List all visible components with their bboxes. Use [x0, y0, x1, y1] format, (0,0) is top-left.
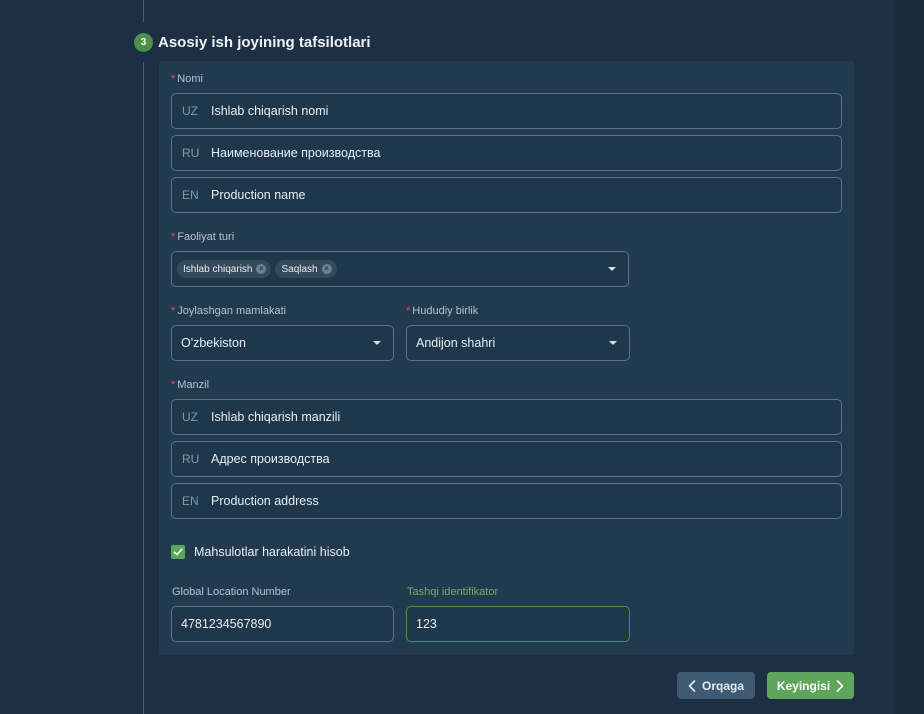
address-uz-value: Ishlab chiqarish manzili [211, 410, 341, 424]
required-asterisk: * [406, 305, 411, 317]
activity-tag: Saqlash × [275, 260, 337, 278]
activity-tag-label: Ishlab chiqarish [183, 263, 253, 275]
lang-prefix: UZ [182, 410, 198, 424]
remove-tag-icon[interactable]: × [321, 264, 332, 274]
step-number-badge: 3 [134, 33, 153, 52]
required-asterisk: * [171, 231, 176, 243]
region-select[interactable]: Andijon shahri [406, 325, 630, 361]
name-uz-input[interactable]: UZ Ishlab chiqarish nomi [171, 93, 842, 129]
timeline-line-bottom [143, 62, 144, 714]
tracking-checkbox-label: Mahsulotlar harakatini hisob [194, 545, 350, 559]
required-asterisk: * [171, 379, 176, 391]
external-id-value: 123 [416, 617, 437, 631]
gln-label: Global Location Number [172, 586, 291, 598]
lang-prefix: EN [182, 188, 199, 202]
external-id-input[interactable]: 123 [406, 606, 630, 642]
name-en-input[interactable]: EN Production name [171, 177, 842, 213]
name-label-text: Nomi [177, 73, 203, 85]
address-uz-input[interactable]: UZ Ishlab chiqarish manzili [171, 399, 842, 435]
lang-prefix: EN [182, 494, 199, 508]
address-en-input[interactable]: EN Production address [171, 483, 842, 519]
region-label: * Hududiy birlik [406, 305, 478, 317]
check-icon [173, 548, 183, 556]
back-button-label: Orqaga [701, 678, 744, 693]
external-id-label: Tashqi identifikator [407, 586, 499, 598]
remove-tag-icon[interactable]: × [256, 264, 267, 274]
country-label-text: Joylashgan mamlakati [177, 305, 287, 317]
next-button-label: Keyingisi [776, 678, 831, 693]
region-label-text: Hududiy birlik [412, 305, 479, 317]
chevron-down-icon[interactable] [609, 341, 617, 345]
name-ru-input[interactable]: RU Наименование производства [171, 135, 842, 171]
address-en-value: Production address [211, 494, 319, 508]
country-value: O'zbekiston [181, 336, 246, 350]
tracking-checkbox[interactable] [171, 545, 185, 559]
right-scroll-strip [895, 0, 924, 714]
required-asterisk: * [171, 305, 176, 317]
required-asterisk: * [171, 73, 176, 85]
back-button[interactable]: Orqaga [677, 672, 755, 699]
chevron-left-icon [688, 679, 696, 692]
lang-prefix: RU [182, 452, 200, 466]
activity-tag-label: Saqlash [281, 263, 318, 275]
gln-input[interactable]: 4781234567890 [171, 606, 394, 642]
chevron-down-icon[interactable] [608, 267, 616, 271]
activity-tag: Ishlab chiqarish × [177, 260, 272, 278]
step-title: Asosiy ish joyining tafsilotlari [158, 34, 371, 51]
country-label: * Joylashgan mamlakati [171, 305, 286, 317]
chevron-down-icon[interactable] [373, 341, 381, 345]
timeline-line-top [143, 0, 144, 22]
address-label: * Manzil [171, 379, 209, 391]
lang-prefix: UZ [182, 104, 198, 118]
name-uz-value: Ishlab chiqarish nomi [211, 104, 329, 118]
activity-label-text: Faoliyat turi [177, 231, 235, 243]
address-ru-value: Адрес производства [211, 452, 330, 466]
next-button[interactable]: Keyingisi [767, 672, 854, 699]
name-ru-value: Наименование производства [211, 146, 381, 160]
chevron-right-icon [836, 679, 844, 692]
activity-multiselect[interactable]: Ishlab chiqarish × Saqlash × [171, 251, 629, 287]
activity-label: * Faoliyat turi [171, 231, 234, 243]
country-select[interactable]: O'zbekiston [171, 325, 394, 361]
address-ru-input[interactable]: RU Адрес производства [171, 441, 842, 477]
tracking-checkbox-row[interactable]: Mahsulotlar harakatini hisob [171, 545, 350, 559]
lang-prefix: RU [182, 146, 200, 160]
name-en-value: Production name [211, 188, 306, 202]
gln-value: 4781234567890 [181, 617, 272, 631]
address-label-text: Manzil [177, 379, 210, 391]
region-value: Andijon shahri [416, 336, 496, 350]
name-label: * Nomi [171, 73, 203, 85]
activity-tags: Ishlab chiqarish × Saqlash × [172, 260, 608, 278]
